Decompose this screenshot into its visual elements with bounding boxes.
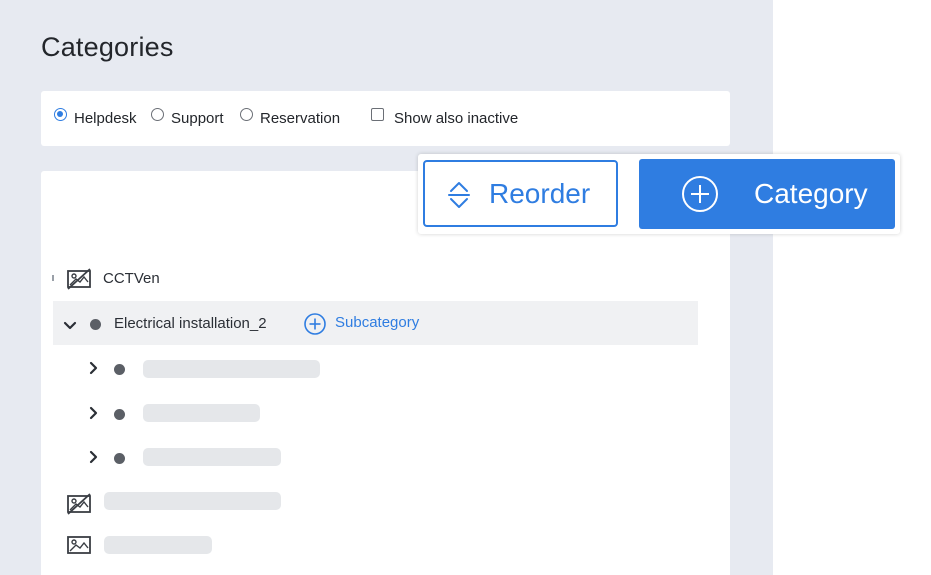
add-category-label: Category <box>754 178 868 209</box>
status-dot-icon <box>114 409 125 420</box>
show-inactive-checkbox[interactable] <box>371 108 384 121</box>
radio-support[interactable] <box>151 108 164 121</box>
add-category-button[interactable]: Category <box>639 159 895 229</box>
add-subcategory-label: Subcategory <box>335 314 420 331</box>
show-inactive-label[interactable]: Show also inactive <box>394 110 518 127</box>
tree-item-cctven-label[interactable]: CCTVen <box>103 270 160 287</box>
image-off-icon <box>66 268 92 295</box>
chevron-right-icon[interactable] <box>89 450 99 469</box>
radio-reservation-label[interactable]: Reservation <box>260 110 340 127</box>
loading-placeholder <box>143 448 281 466</box>
plus-circle-icon <box>304 313 326 335</box>
radio-helpdesk-label[interactable]: Helpdesk <box>74 110 137 127</box>
loading-placeholder <box>143 404 260 422</box>
reorder-label: Reorder <box>489 178 591 209</box>
radio-reservation[interactable] <box>240 108 253 121</box>
tree-item-electrical-label[interactable]: Electrical installation_2 <box>114 315 267 332</box>
status-dot-icon <box>90 319 101 330</box>
reorder-icon <box>448 182 470 208</box>
radio-helpdesk[interactable] <box>54 108 67 121</box>
status-dot-icon <box>114 364 125 375</box>
chevron-right-icon[interactable] <box>89 361 99 380</box>
image-icon <box>66 535 92 560</box>
filter-card: Helpdesk Support Reservation Show also i… <box>41 91 730 146</box>
status-dot-icon <box>114 453 125 464</box>
reorder-button[interactable]: Reorder <box>423 160 618 227</box>
loading-placeholder <box>143 360 320 378</box>
radio-support-label[interactable]: Support <box>171 110 224 127</box>
page-title: Categories <box>41 32 174 62</box>
drag-handle-mark <box>52 275 54 281</box>
loading-placeholder <box>104 492 281 510</box>
add-subcategory-button[interactable]: Subcategory <box>303 312 425 335</box>
image-off-icon <box>66 493 92 520</box>
chevron-right-icon[interactable] <box>89 406 99 425</box>
loading-placeholder <box>104 536 212 554</box>
chevron-down-icon[interactable] <box>63 318 77 336</box>
plus-circle-icon <box>682 176 718 212</box>
toolbar-popup: Reorder Category <box>418 154 900 234</box>
